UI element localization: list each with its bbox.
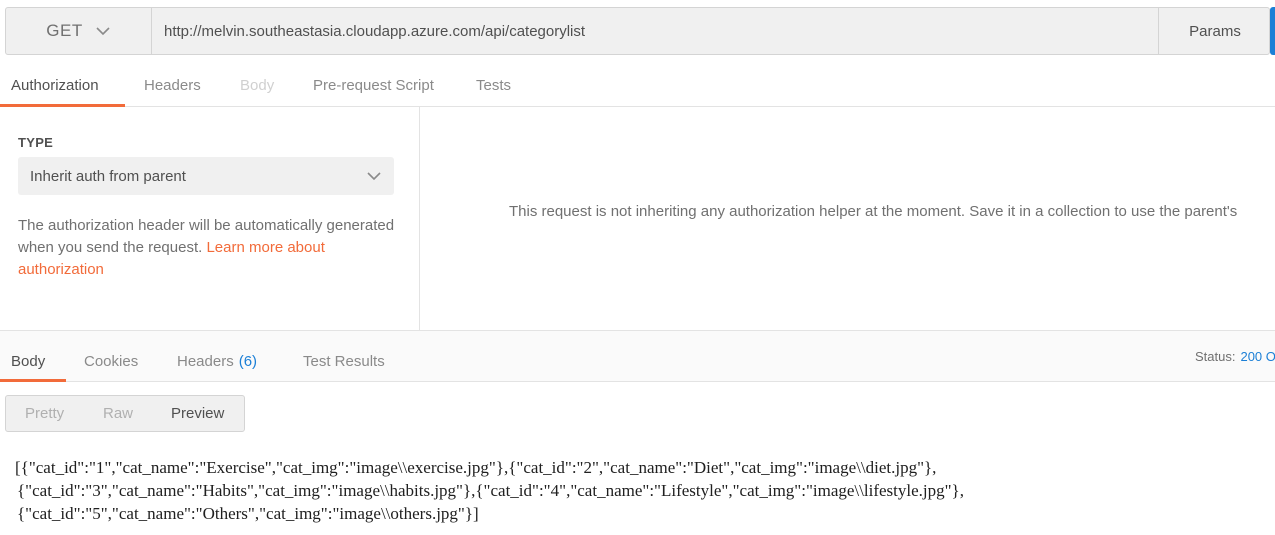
chevron-down-icon xyxy=(367,172,381,181)
preview-line: {"cat_id":"3","cat_name":"Habits","cat_i… xyxy=(17,481,964,500)
tab-headers[interactable]: Headers xyxy=(144,64,201,107)
tab-response-body[interactable]: Body xyxy=(11,331,45,382)
auth-description: The authorization header will be automat… xyxy=(18,215,398,281)
response-tabs: Body Cookies Headers (6) Test Results St… xyxy=(0,331,1275,382)
pretty-button[interactable]: Pretty xyxy=(25,396,64,431)
response-headers-label: Headers xyxy=(177,353,234,370)
method-select[interactable]: GET xyxy=(6,8,152,54)
preview-line: {"cat_id":"5","cat_name":"Others","cat_i… xyxy=(17,504,479,523)
auth-type-panel: TYPE Inherit auth from parent The author… xyxy=(0,107,420,331)
auth-info-panel: This request is not inheriting any autho… xyxy=(420,107,1275,331)
tab-cookies[interactable]: Cookies xyxy=(84,331,138,382)
view-mode-group: Pretty Raw Preview xyxy=(5,395,245,432)
request-bar: GET http://melvin.southeastasia.cloudapp… xyxy=(5,7,1270,55)
active-tab-indicator xyxy=(0,379,66,382)
url-input[interactable]: http://melvin.southeastasia.cloudapp.azu… xyxy=(152,8,1158,54)
status-label: Status: xyxy=(1195,349,1236,364)
tab-pre-request-script[interactable]: Pre-request Script xyxy=(313,64,434,107)
request-tabs: Authorization Headers Body Pre-request S… xyxy=(0,64,1275,107)
response-preview: [{"cat_id":"1","cat_name":"Exercise","ca… xyxy=(15,456,1215,525)
params-button[interactable]: Params xyxy=(1158,8,1271,54)
chevron-down-icon xyxy=(96,27,110,36)
auth-type-select[interactable]: Inherit auth from parent xyxy=(18,157,394,195)
tab-tests[interactable]: Tests xyxy=(476,64,511,107)
raw-button[interactable]: Raw xyxy=(103,396,133,431)
preview-button[interactable]: Preview xyxy=(171,396,224,431)
auth-inherit-message: This request is not inheriting any autho… xyxy=(509,203,1238,220)
tab-response-headers[interactable]: Headers (6) xyxy=(177,331,257,382)
response-headers-count: (6) xyxy=(238,353,258,370)
preview-line: [{"cat_id":"1","cat_name":"Exercise","ca… xyxy=(15,458,937,477)
auth-type-value: Inherit auth from parent xyxy=(30,167,186,185)
response-status: Status: 200 O xyxy=(1195,349,1275,364)
tab-authorization[interactable]: Authorization xyxy=(11,64,99,107)
send-button[interactable] xyxy=(1270,7,1275,55)
method-label: GET xyxy=(46,21,83,40)
type-label: TYPE xyxy=(18,135,54,150)
tab-test-results[interactable]: Test Results xyxy=(303,331,385,382)
tab-body: Body xyxy=(240,77,275,94)
status-value: 200 O xyxy=(1240,349,1275,364)
